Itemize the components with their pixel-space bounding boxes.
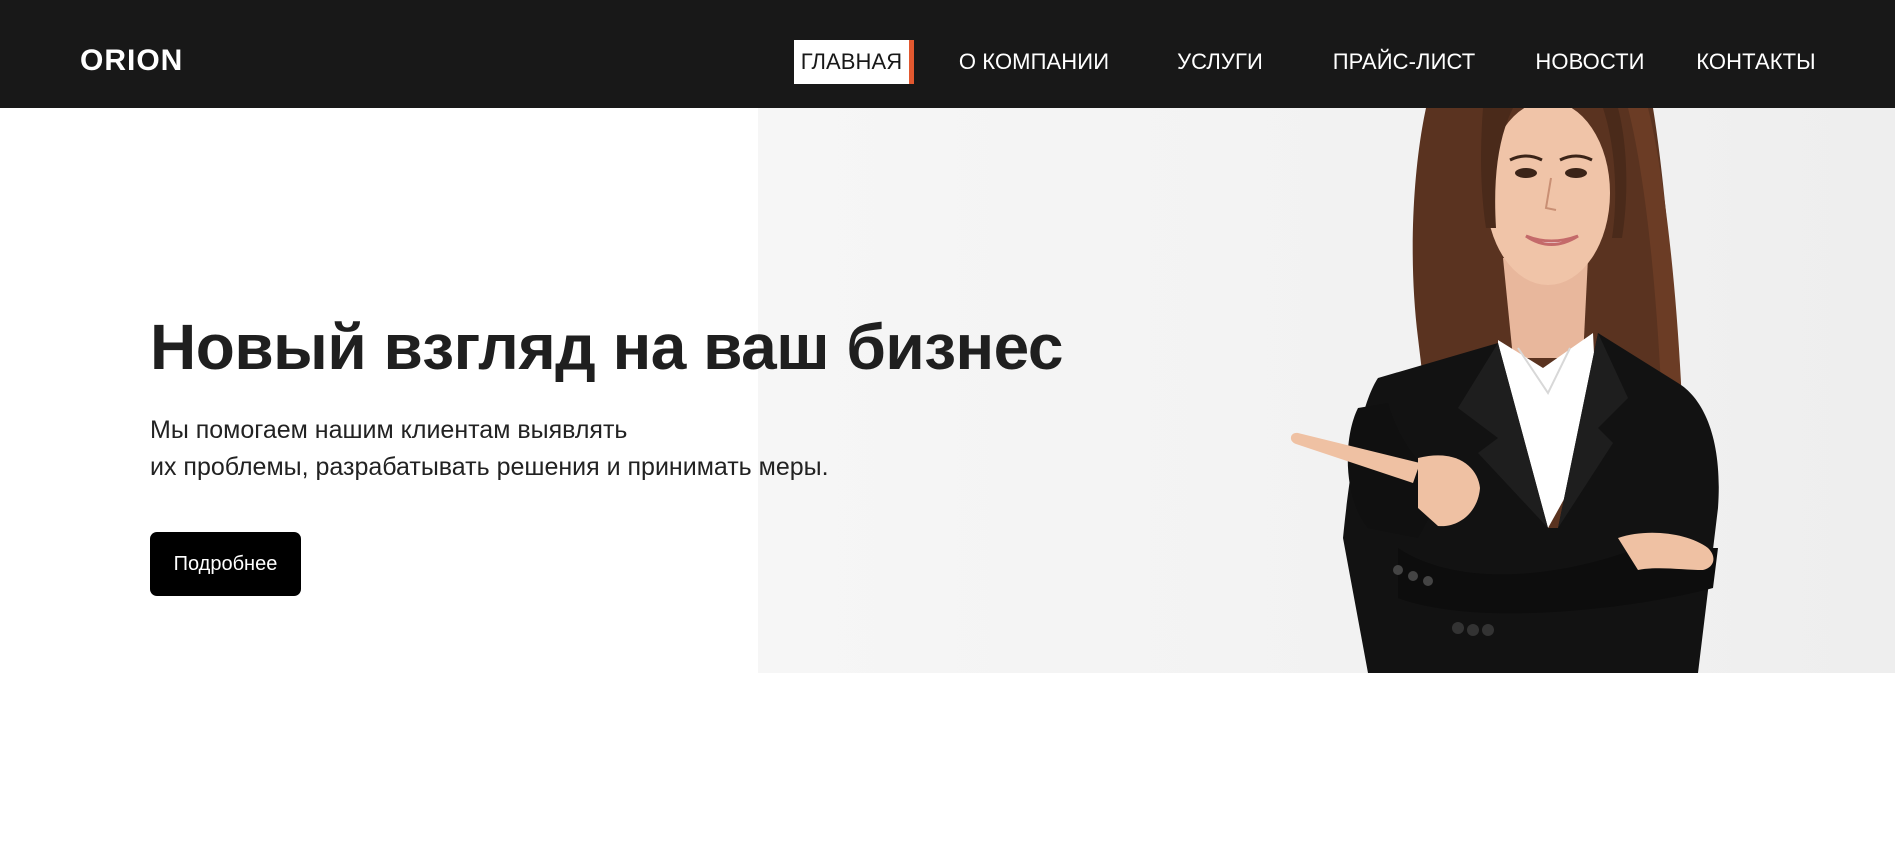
main-nav: ГЛАВНАЯ О КОМПАНИИ УСЛУГИ ПРАЙС-ЛИСТ НОВ… bbox=[794, 40, 1834, 84]
nav-item-services[interactable]: УСЛУГИ bbox=[1174, 40, 1266, 84]
nav-item-about[interactable]: О КОМПАНИИ bbox=[954, 40, 1114, 84]
nav-item-label: ПРАЙС-ЛИСТ bbox=[1332, 49, 1476, 74]
svg-text:ORION: ORION bbox=[80, 44, 183, 74]
nav-item-label: О КОМПАНИИ bbox=[958, 49, 1110, 74]
site-header: ORION ГЛАВНАЯ О КОМПАНИИ УСЛУГИ ПРАЙС-ЛИ… bbox=[0, 0, 1895, 108]
businesswoman-photo bbox=[1290, 108, 1719, 673]
nav-item-label: НОВОСТИ bbox=[1535, 49, 1645, 74]
hero-subtitle-line: их проблемы, разрабатывать решения и при… bbox=[150, 453, 829, 481]
hero-image bbox=[758, 108, 1895, 673]
logo[interactable]: ORION bbox=[80, 44, 196, 76]
hero-subtitle: Мы помогаем нашим клиентам выявлять их п… bbox=[150, 412, 829, 486]
nav-item-contacts[interactable]: КОНТАКТЫ bbox=[1696, 40, 1816, 84]
nav-item-pricelist[interactable]: ПРАЙС-ЛИСТ bbox=[1332, 40, 1476, 84]
nav-item-label: КОНТАКТЫ bbox=[1696, 49, 1816, 74]
nav-item-home[interactable]: ГЛАВНАЯ bbox=[794, 40, 914, 84]
more-button[interactable]: Подробнее bbox=[150, 532, 301, 596]
nav-item-label: УСЛУГИ bbox=[1177, 49, 1263, 74]
hero-title: Новый взгляд на ваш бизнес bbox=[150, 311, 1064, 383]
nav-item-news[interactable]: НОВОСТИ bbox=[1534, 40, 1646, 84]
more-button-label: Подробнее bbox=[173, 552, 278, 575]
logo-wordmark: ORION bbox=[80, 44, 183, 74]
nav-item-label: ГЛАВНАЯ bbox=[800, 49, 903, 74]
hero-subtitle-line: Мы помогаем нашим клиентам выявлять bbox=[150, 416, 628, 444]
